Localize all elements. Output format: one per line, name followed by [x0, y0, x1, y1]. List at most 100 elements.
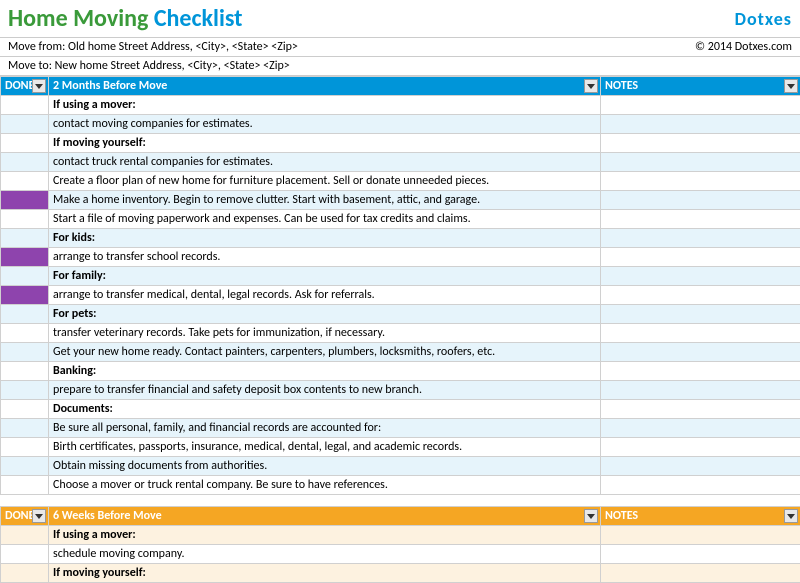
- task-cell[interactable]: For kids:: [49, 229, 601, 248]
- notes-cell[interactable]: [601, 457, 800, 476]
- notes-cell[interactable]: [601, 248, 800, 267]
- copyright: © 2014 Dotxes.com: [695, 40, 792, 54]
- title-part2: Checklist: [154, 4, 243, 33]
- notes-cell[interactable]: [601, 210, 800, 229]
- done-cell[interactable]: [1, 210, 49, 229]
- done-cell[interactable]: [1, 343, 49, 362]
- checklist-row: For pets:: [1, 305, 800, 324]
- filter-dropdown-icon[interactable]: [784, 79, 798, 93]
- done-cell[interactable]: [1, 564, 49, 583]
- task-cell[interactable]: Create a floor plan of new home for furn…: [49, 172, 601, 191]
- notes-cell[interactable]: [601, 476, 800, 495]
- done-cell[interactable]: [1, 96, 49, 115]
- task-cell[interactable]: If moving yourself:: [49, 134, 601, 153]
- notes-cell[interactable]: [601, 134, 800, 153]
- done-cell[interactable]: [1, 248, 49, 267]
- notes-cell[interactable]: [601, 564, 800, 583]
- done-cell[interactable]: [1, 438, 49, 457]
- checklist-row: Obtain missing documents from authoritie…: [1, 457, 800, 476]
- notes-cell[interactable]: [601, 343, 800, 362]
- notes-cell[interactable]: [601, 438, 800, 457]
- task-cell[interactable]: Start a file of moving paperwork and exp…: [49, 210, 601, 229]
- checklist-row: transfer veterinary records. Take pets f…: [1, 324, 800, 343]
- notes-cell[interactable]: [601, 545, 800, 564]
- task-cell[interactable]: transfer veterinary records. Take pets f…: [49, 324, 601, 343]
- done-cell[interactable]: [1, 476, 49, 495]
- task-cell[interactable]: arrange to transfer medical, dental, leg…: [49, 286, 601, 305]
- move-to-row: Move to: New home Street Address, <City>…: [0, 57, 800, 76]
- done-cell[interactable]: [1, 286, 49, 305]
- filter-dropdown-icon[interactable]: [32, 79, 46, 93]
- notes-cell[interactable]: [601, 172, 800, 191]
- notes-cell[interactable]: [601, 400, 800, 419]
- task-cell[interactable]: contact truck rental companies for estim…: [49, 153, 601, 172]
- done-cell[interactable]: [1, 191, 49, 210]
- checklist-row: If using a mover:: [1, 526, 800, 545]
- section-gap: [1, 495, 800, 507]
- checklist-row: contact truck rental companies for estim…: [1, 153, 800, 172]
- done-cell[interactable]: [1, 115, 49, 134]
- page-title: Home Moving Checklist: [8, 4, 242, 33]
- task-cell[interactable]: Obtain missing documents from authoritie…: [49, 457, 601, 476]
- notes-cell[interactable]: [601, 229, 800, 248]
- section-title-header[interactable]: 2 Months Before Move: [49, 77, 601, 96]
- done-cell[interactable]: [1, 324, 49, 343]
- done-cell[interactable]: [1, 134, 49, 153]
- task-cell[interactable]: arrange to transfer school records.: [49, 248, 601, 267]
- done-cell[interactable]: [1, 457, 49, 476]
- notes-cell[interactable]: [601, 115, 800, 134]
- checklist-row: arrange to transfer medical, dental, leg…: [1, 286, 800, 305]
- done-cell[interactable]: [1, 267, 49, 286]
- notes-cell[interactable]: [601, 267, 800, 286]
- task-cell[interactable]: Documents:: [49, 400, 601, 419]
- notes-cell[interactable]: [601, 96, 800, 115]
- task-cell[interactable]: Banking:: [49, 362, 601, 381]
- checklist-row: Start a file of moving paperwork and exp…: [1, 210, 800, 229]
- done-cell[interactable]: [1, 153, 49, 172]
- section-header-row: DONE6 Weeks Before MoveNOTES: [1, 507, 800, 526]
- notes-cell[interactable]: [601, 305, 800, 324]
- done-cell[interactable]: [1, 229, 49, 248]
- notes-cell[interactable]: [601, 286, 800, 305]
- checklist-row: If moving yourself:: [1, 134, 800, 153]
- notes-cell[interactable]: [601, 324, 800, 343]
- task-cell[interactable]: Be sure all personal, family, and financ…: [49, 419, 601, 438]
- done-cell[interactable]: [1, 381, 49, 400]
- task-cell[interactable]: schedule moving company.: [49, 545, 601, 564]
- notes-cell[interactable]: [601, 153, 800, 172]
- filter-dropdown-icon[interactable]: [584, 79, 598, 93]
- task-cell[interactable]: Choose a mover or truck rental company. …: [49, 476, 601, 495]
- done-cell[interactable]: [1, 172, 49, 191]
- task-cell[interactable]: Get your new home ready. Contact painter…: [49, 343, 601, 362]
- done-cell[interactable]: [1, 419, 49, 438]
- done-cell[interactable]: [1, 545, 49, 564]
- notes-cell[interactable]: [601, 419, 800, 438]
- filter-dropdown-icon[interactable]: [32, 509, 46, 523]
- task-cell[interactable]: For pets:: [49, 305, 601, 324]
- done-cell[interactable]: [1, 305, 49, 324]
- filter-dropdown-icon[interactable]: [784, 509, 798, 523]
- done-header[interactable]: DONE: [1, 507, 49, 526]
- notes-header[interactable]: NOTES: [601, 77, 800, 96]
- task-cell[interactable]: contact moving companies for estimates.: [49, 115, 601, 134]
- task-cell[interactable]: If using a mover:: [49, 526, 601, 545]
- done-cell[interactable]: [1, 362, 49, 381]
- task-cell[interactable]: For family:: [49, 267, 601, 286]
- done-cell[interactable]: [1, 526, 49, 545]
- task-cell[interactable]: If moving yourself:: [49, 564, 601, 583]
- done-cell[interactable]: [1, 400, 49, 419]
- done-header[interactable]: DONE: [1, 77, 49, 96]
- notes-cell[interactable]: [601, 381, 800, 400]
- move-to-text: Move to: New home Street Address, <City>…: [8, 59, 290, 73]
- task-cell[interactable]: prepare to transfer financial and safety…: [49, 381, 601, 400]
- task-cell[interactable]: If using a mover:: [49, 96, 601, 115]
- notes-cell[interactable]: [601, 191, 800, 210]
- filter-dropdown-icon[interactable]: [584, 509, 598, 523]
- section-title-header[interactable]: 6 Weeks Before Move: [49, 507, 601, 526]
- notes-cell[interactable]: [601, 526, 800, 545]
- task-cell[interactable]: Make a home inventory. Begin to remove c…: [49, 191, 601, 210]
- checklist-row: Birth certificates, passports, insurance…: [1, 438, 800, 457]
- notes-cell[interactable]: [601, 362, 800, 381]
- task-cell[interactable]: Birth certificates, passports, insurance…: [49, 438, 601, 457]
- notes-header[interactable]: NOTES: [601, 507, 800, 526]
